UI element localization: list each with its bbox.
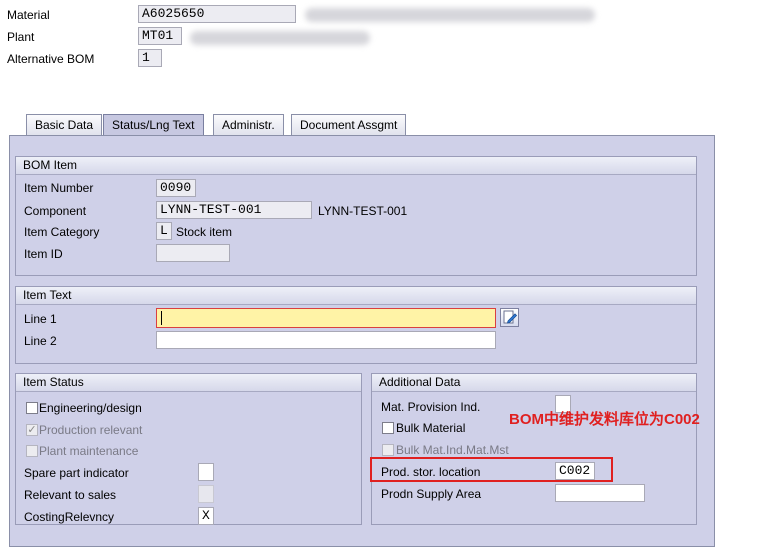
spare-part-field[interactable]	[198, 463, 214, 481]
edit-pencil-icon	[503, 310, 518, 324]
component-field[interactable]: LYNN-TEST-001	[156, 201, 312, 219]
bulk-mat-ind-label: Bulk Mat.Ind.Mat.Mst	[396, 443, 509, 457]
annotation-highlight-box	[370, 457, 613, 482]
redacted-material-desc	[305, 8, 595, 22]
bom-item-title: BOM Item	[16, 157, 696, 175]
plant-maintenance-label: Plant maintenance	[39, 444, 139, 458]
item-category-label: Item Category	[24, 225, 100, 239]
item-category-field[interactable]: L	[156, 222, 172, 240]
prodn-supply-area-field[interactable]	[555, 484, 645, 502]
tab-basic-data[interactable]: Basic Data	[26, 114, 103, 136]
additional-data-group: Additional Data Mat. Provision Ind. Bulk…	[371, 373, 697, 525]
item-text-group: Item Text Line 1 Line 2	[15, 286, 697, 364]
component-desc: LYNN-TEST-001	[318, 204, 408, 218]
alt-bom-label: Alternative BOM	[7, 52, 95, 66]
item-id-label: Item ID	[24, 247, 63, 261]
component-label: Component	[24, 204, 87, 218]
costing-relevancy-field[interactable]: X	[198, 507, 214, 525]
item-status-title: Item Status	[16, 374, 361, 392]
line1-input[interactable]	[156, 308, 496, 328]
line2-input[interactable]	[156, 331, 496, 349]
additional-data-title: Additional Data	[372, 374, 696, 392]
line2-label: Line 2	[24, 334, 57, 348]
alt-bom-field[interactable]: 1	[138, 49, 162, 67]
relevant-to-sales-label: Relevant to sales	[24, 488, 117, 502]
material-label: Material	[7, 8, 50, 22]
material-field[interactable]: A6025650	[138, 5, 296, 23]
plant-field[interactable]: MT01	[138, 27, 182, 45]
production-relevant-label: Production relevant	[39, 423, 143, 437]
bulk-material-checkbox[interactable]	[382, 422, 394, 434]
tab-administr[interactable]: Administr.	[213, 114, 284, 136]
spare-part-label: Spare part indicator	[24, 466, 129, 480]
item-id-field[interactable]	[156, 244, 230, 262]
production-relevant-checkbox[interactable]: ✓	[26, 424, 38, 436]
tab-status-lng-text[interactable]: Status/Lng Text	[103, 114, 204, 136]
tab-document-assgmt[interactable]: Document Assgmt	[291, 114, 407, 136]
redacted-plant-desc	[190, 31, 370, 45]
bulk-mat-ind-checkbox[interactable]	[382, 444, 394, 456]
item-category-desc: Stock item	[176, 225, 233, 239]
bulk-material-label: Bulk Material	[396, 421, 466, 435]
costing-relevancy-label: CostingRelevncy	[24, 510, 115, 524]
annotation-text: BOM中维护发料库位为C002	[509, 411, 700, 428]
mat-provision-label: Mat. Provision Ind.	[381, 400, 481, 414]
relevant-to-sales-field[interactable]	[198, 485, 214, 503]
plant-label: Plant	[7, 30, 35, 44]
engineering-design-checkbox[interactable]	[26, 402, 38, 414]
long-text-editor-button[interactable]	[500, 308, 519, 327]
item-number-label: Item Number	[24, 181, 94, 195]
item-text-title: Item Text	[16, 287, 696, 305]
item-number-field[interactable]: 0090	[156, 179, 196, 197]
tab-content-panel: BOM Item Item Number 0090 Component LYNN…	[9, 135, 715, 547]
item-status-group: Item Status Engineering/design ✓ Product…	[15, 373, 362, 525]
line1-label: Line 1	[24, 312, 57, 326]
plant-maintenance-checkbox[interactable]	[26, 445, 38, 457]
prodn-supply-area-label: Prodn Supply Area	[381, 487, 482, 501]
engineering-design-label: Engineering/design	[39, 401, 142, 415]
text-cursor	[161, 311, 162, 325]
bom-item-group: BOM Item Item Number 0090 Component LYNN…	[15, 156, 697, 276]
